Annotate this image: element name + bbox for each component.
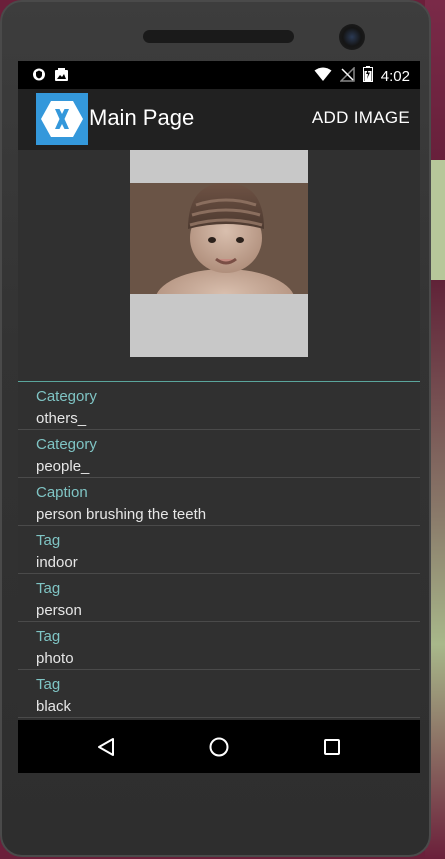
navigation-bar <box>18 720 420 773</box>
list-item[interactable]: Tag photo <box>18 622 420 670</box>
analysis-results-list: Category others_ Category people_ Captio… <box>18 381 420 718</box>
battery-icon <box>362 66 373 86</box>
item-value: others_ <box>36 410 87 427</box>
item-value: person brushing the teeth <box>36 506 207 523</box>
front-camera <box>339 24 365 50</box>
photo-notification-icon <box>54 67 69 86</box>
no-signal-icon <box>338 65 355 86</box>
item-key: Category <box>36 436 97 453</box>
list-item[interactable]: Tag black <box>18 670 420 718</box>
status-bar: 4:02 <box>18 61 420 89</box>
image-frame <box>130 150 308 357</box>
list-item[interactable]: Category others_ <box>18 382 420 430</box>
item-value: black <box>36 698 72 715</box>
home-icon[interactable] <box>206 734 232 760</box>
item-key: Tag <box>36 580 61 597</box>
list-item[interactable]: Caption person brushing the teeth <box>18 478 420 526</box>
status-time: 4:02 <box>380 67 410 85</box>
add-image-button[interactable]: ADD IMAGE <box>312 108 410 128</box>
item-value: person <box>36 602 82 619</box>
xamarin-logo-icon <box>36 93 88 145</box>
speaker-grille <box>143 30 294 43</box>
item-key: Tag <box>36 628 61 645</box>
item-key: Category <box>36 388 97 405</box>
item-value: people_ <box>36 458 90 475</box>
baby-photo <box>130 183 308 294</box>
recents-icon[interactable] <box>319 734 345 760</box>
app-bar: Main Page ADD IMAGE <box>18 89 420 150</box>
item-key: Tag <box>36 676 61 693</box>
item-key: Tag <box>36 532 61 549</box>
list-item[interactable]: Tag indoor <box>18 526 420 574</box>
image-preview-area <box>18 150 420 380</box>
page-title: Main Page <box>89 105 195 130</box>
list-item[interactable]: Tag person <box>18 574 420 622</box>
list-item[interactable]: Category people_ <box>18 430 420 478</box>
item-value: photo <box>36 650 74 667</box>
phone-screen: 4:02 Main Page ADD IMAGE Category others… <box>18 61 420 773</box>
wifi-icon <box>314 67 332 86</box>
phone-frame: 4:02 Main Page ADD IMAGE Category others… <box>0 0 431 857</box>
item-value: indoor <box>36 554 78 571</box>
shield-icon <box>32 67 46 86</box>
item-key: Caption <box>36 484 88 501</box>
back-icon[interactable] <box>93 734 119 760</box>
